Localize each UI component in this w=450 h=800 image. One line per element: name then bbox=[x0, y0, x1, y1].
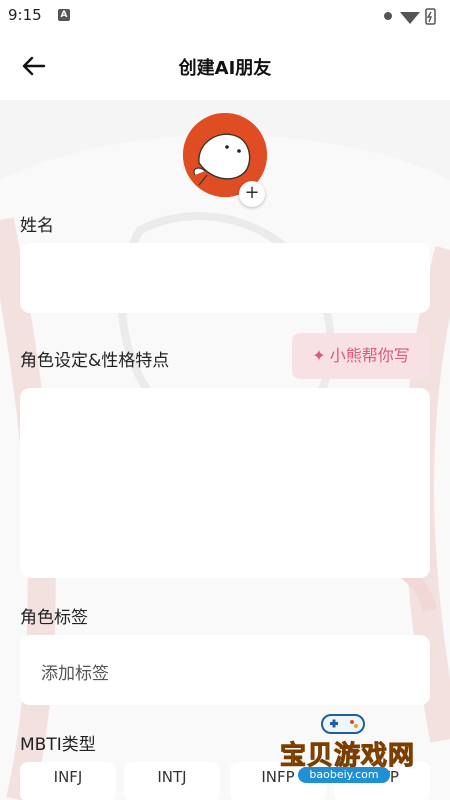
ai-write-helper-button[interactable]: ✦ 小熊帮你写 bbox=[292, 333, 430, 379]
main-content: + 姓名 角色设定&性格特点 ✦ 小熊帮你写 角色标签 添加标签 MBTI类型 I… bbox=[0, 100, 450, 800]
watermark-url: baobeiy.com bbox=[298, 767, 390, 783]
site-watermark: 宝贝游戏网 baobeiy.com bbox=[272, 705, 432, 797]
avatar-picker[interactable]: + bbox=[183, 113, 269, 207]
personality-label: 角色设定&性格特点 bbox=[20, 351, 170, 371]
status-time: 9:15 bbox=[8, 6, 42, 24]
system-status-icons bbox=[384, 8, 436, 25]
mbti-label: MBTI类型 bbox=[20, 735, 96, 755]
helper-button-label: 小熊帮你写 bbox=[329, 346, 410, 365]
app-bar: 创建AI朋友 bbox=[0, 32, 450, 100]
personality-textarea[interactable] bbox=[20, 388, 430, 578]
tags-label: 角色标签 bbox=[20, 608, 88, 628]
name-input[interactable] bbox=[20, 243, 430, 313]
sparkle-icon: ✦ bbox=[312, 346, 326, 365]
app-notification-icon: A bbox=[58, 9, 70, 21]
gamepad-logo-icon bbox=[321, 714, 365, 734]
name-label: 姓名 bbox=[20, 216, 54, 236]
signal-dot-icon bbox=[384, 12, 392, 20]
mbti-option-intj[interactable]: INTJ bbox=[124, 762, 220, 800]
battery-icon bbox=[425, 8, 436, 25]
add-tag-field[interactable]: 添加标签 bbox=[20, 635, 430, 705]
wifi-icon bbox=[400, 12, 420, 24]
add-tag-placeholder: 添加标签 bbox=[41, 664, 109, 684]
page-title: 创建AI朋友 bbox=[178, 58, 272, 79]
status-bar: 9:15 A bbox=[0, 0, 450, 32]
add-avatar-button[interactable]: + bbox=[239, 181, 265, 207]
mbti-option-infj[interactable]: INFJ bbox=[20, 762, 116, 800]
